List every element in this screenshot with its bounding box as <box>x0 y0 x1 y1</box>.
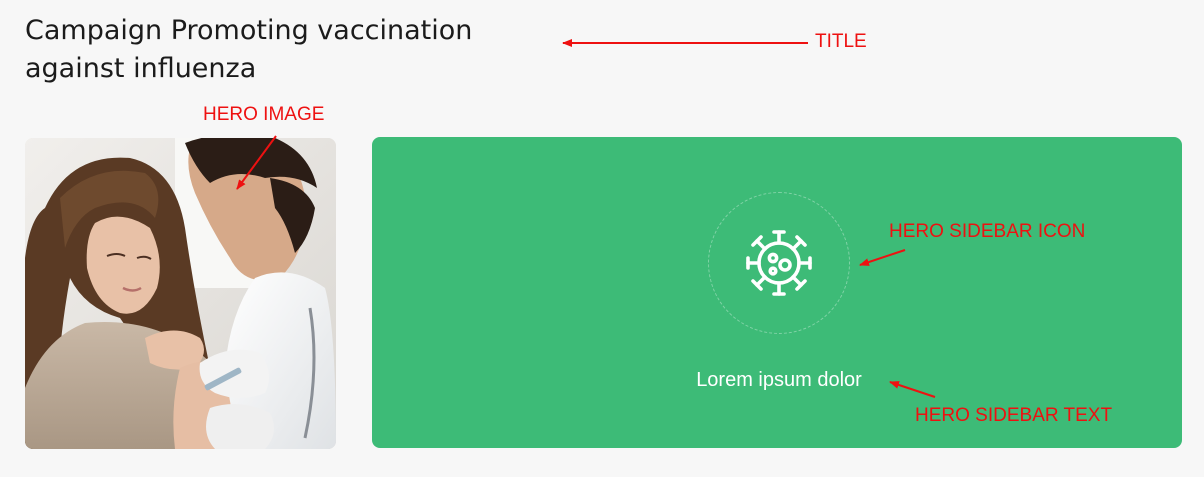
vaccination-photo <box>25 138 336 449</box>
annotation-hero-sidebar-text: HERO SIDEBAR TEXT <box>915 405 1113 426</box>
campaign-page: Campaign Promoting vaccination against i… <box>0 0 1204 477</box>
page-title: Campaign Promoting vaccination against i… <box>25 15 473 84</box>
virus-icon <box>746 230 812 296</box>
annotation-title: TITLE <box>815 31 867 52</box>
hero-image <box>25 138 336 449</box>
annotation-hero-image: HERO IMAGE <box>203 104 325 125</box>
hero-sidebar-icon-container <box>708 192 850 334</box>
hero-sidebar-text: Lorem ipsum dolor <box>696 369 862 391</box>
annotation-hero-sidebar-icon: HERO SIDEBAR ICON <box>889 221 1086 242</box>
hero-sidebar: Lorem ipsum dolor <box>372 137 1182 448</box>
